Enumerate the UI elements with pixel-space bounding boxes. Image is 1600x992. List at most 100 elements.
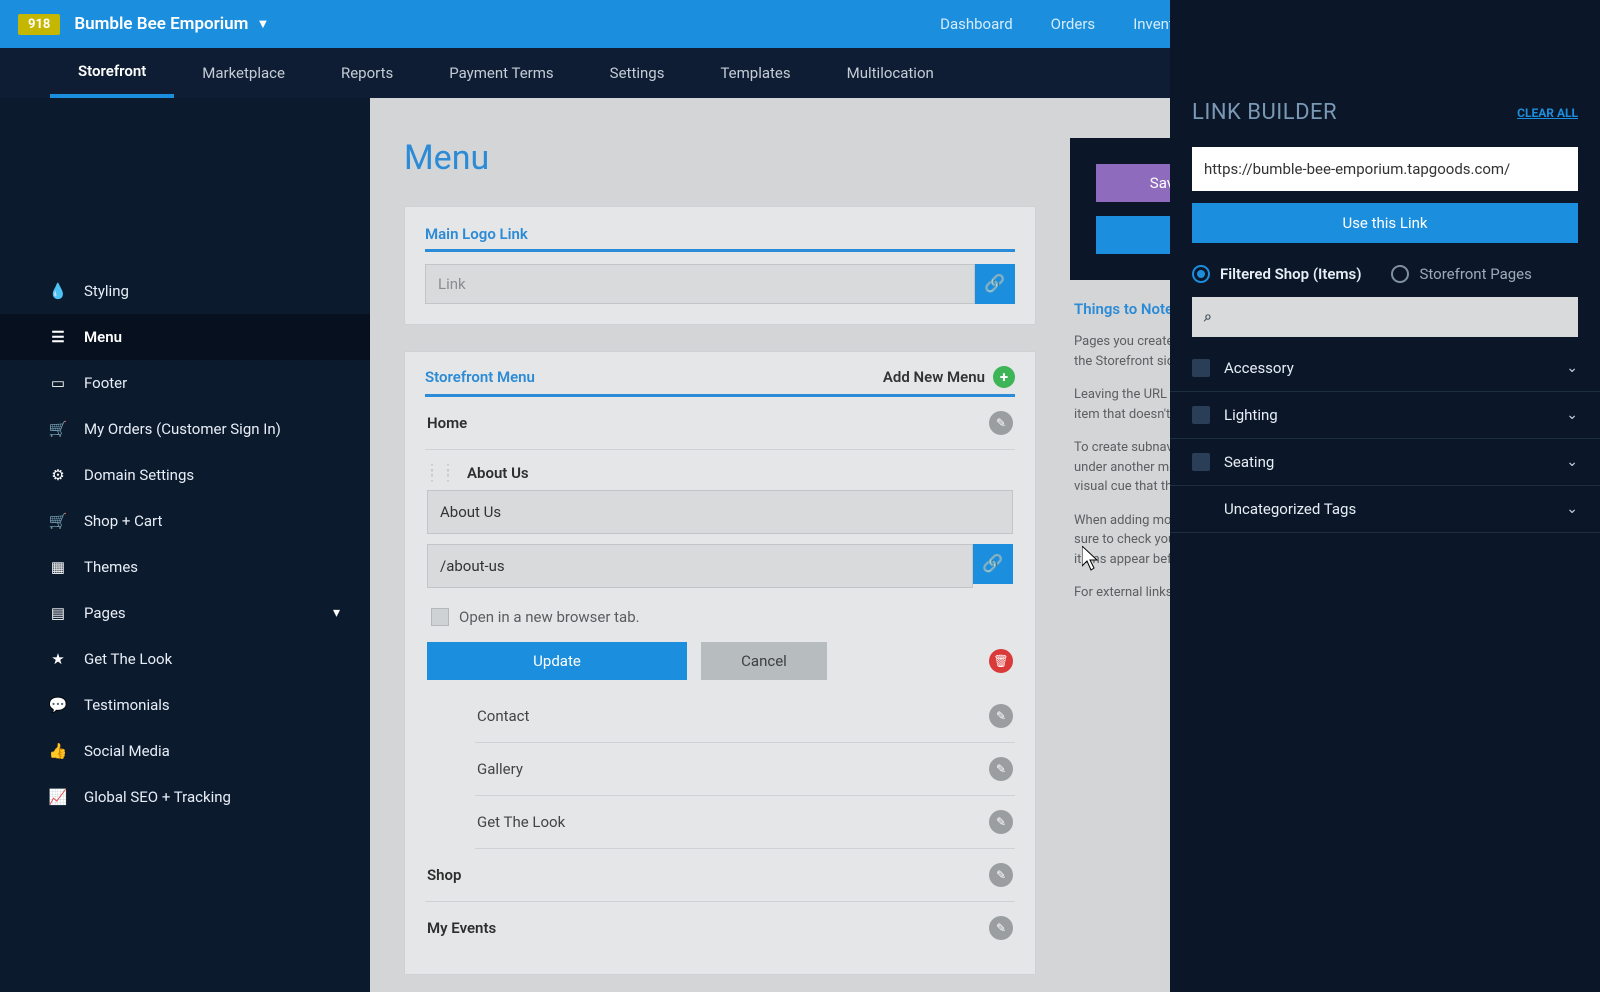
clear-all-link[interactable]: CLEAR ALL [1517,106,1578,120]
cancel-button[interactable]: Cancel [701,642,827,680]
delete-button[interactable]: 🗑 [989,649,1013,673]
link-icon: 🔗 [984,274,1005,294]
plus-icon: + [993,366,1015,388]
sidebar-item-testimonials[interactable]: 💬 Testimonials [0,682,370,728]
edit-icon[interactable]: ✎ [989,411,1013,435]
cart-icon: 🛒 [48,511,68,531]
subnav-templates[interactable]: Templates [692,48,818,98]
sidebar-item-my-orders[interactable]: 🛒 My Orders (Customer Sign In) [0,406,370,452]
sidebar-label: Domain Settings [84,466,194,484]
category-uncategorized-tags[interactable]: Uncategorized Tags ⌄ [1170,486,1600,533]
link-icon: 🔗 [982,554,1003,574]
store-name[interactable]: Bumble Bee Emporium [74,14,248,34]
nav-dashboard[interactable]: Dashboard [940,0,1013,48]
logo-link-input[interactable] [425,264,975,304]
sidebar-label: Shop + Cart [84,512,162,530]
update-button[interactable]: Update [427,642,687,680]
sidebar-item-seo[interactable]: 📈 Global SEO + Tracking [0,774,370,820]
add-new-label: Add New Menu [883,368,985,386]
subnav-multilocation[interactable]: Multilocation [819,48,962,98]
link-builder-button[interactable]: 🔗 [973,544,1013,584]
category-search[interactable]: ⌕ [1192,297,1578,337]
sidebar-label: Social Media [84,742,170,760]
chevron-down-icon: ⌄ [1566,454,1578,470]
sidebar-item-menu[interactable]: ☰ Menu [0,314,370,360]
sidebar-item-styling[interactable]: 💧 Styling [0,268,370,314]
link-url-input[interactable] [1192,147,1578,191]
new-tab-label: Open in a new browser tab. [459,608,640,626]
menu-item-label: Home [427,414,467,432]
category-seating[interactable]: Seating ⌄ [1170,439,1600,486]
sidebar-item-get-the-look[interactable]: ★ Get The Look [0,636,370,682]
menu-item-shop[interactable]: Shop ✎ [425,849,1015,902]
main-content: Menu Main Logo Link 🔗 Storefront Menu Ad… [370,98,1070,992]
category-search-input[interactable] [1220,308,1566,326]
sidebar-label: Styling [84,282,129,300]
sidebar-label: Menu [84,328,122,346]
sidebar-item-domain-settings[interactable]: ⚙ Domain Settings [0,452,370,498]
menu-name-input[interactable] [427,490,1013,534]
link-builder-panel: LINK BUILDER CLEAR ALL Use this Link Fil… [1170,0,1600,992]
menu-item-about[interactable]: ⋮⋮⋮⋮ About Us [425,450,1015,490]
edit-icon[interactable]: ✎ [989,863,1013,887]
edit-icon[interactable]: ✎ [989,704,1013,728]
footer-icon: ▭ [48,373,68,393]
use-this-link-button[interactable]: Use this Link [1192,203,1578,243]
chat-icon: 💬 [48,695,68,715]
drop-icon: 💧 [48,281,68,301]
submenu-label: Gallery [477,760,523,778]
gear-icon: ⚙ [48,465,68,485]
sidebar: 💧 Styling ☰ Menu ▭ Footer 🛒 My Orders (C… [0,98,370,992]
sidebar-label: Footer [84,374,127,392]
pages-icon: ▤ [48,603,68,623]
subnav-payment-terms[interactable]: Payment Terms [421,48,581,98]
panel-title: Storefront Menu [425,368,535,386]
sidebar-item-themes[interactable]: ▦ Themes [0,544,370,590]
menu-item-my-events[interactable]: My Events ✎ [425,902,1015,954]
notification-badge[interactable]: 918 [18,14,60,35]
radio-label: Storefront Pages [1419,265,1531,283]
submenu-item-contact[interactable]: Contact ✎ [475,690,1015,743]
sidebar-item-pages[interactable]: ▤ Pages ▾ [0,590,370,636]
subnav-settings[interactable]: Settings [582,48,693,98]
submenu-label: Get The Look [477,813,565,831]
category-accessory[interactable]: Accessory ⌄ [1170,345,1600,392]
edit-icon[interactable]: ✎ [989,757,1013,781]
sidebar-item-shop-cart[interactable]: 🛒 Shop + Cart [0,498,370,544]
checkbox[interactable] [1192,406,1210,424]
thumb-icon: 👍 [48,741,68,761]
menu-item-home[interactable]: Home ✎ [425,397,1015,450]
chevron-down-icon[interactable]: ▼ [256,16,269,32]
subnav-marketplace[interactable]: Marketplace [174,48,313,98]
radio-filtered-shop[interactable]: Filtered Shop (Items) [1192,265,1361,283]
link-builder-button[interactable]: 🔗 [975,264,1015,304]
subnav-reports[interactable]: Reports [313,48,421,98]
category-lighting[interactable]: Lighting ⌄ [1170,392,1600,439]
sidebar-item-social-media[interactable]: 👍 Social Media [0,728,370,774]
radio-label: Filtered Shop (Items) [1220,265,1361,283]
storefront-menu-panel: Storefront Menu Add New Menu + Home ✎ ⋮⋮… [404,351,1036,975]
edit-icon[interactable]: ✎ [989,810,1013,834]
sidebar-item-footer[interactable]: ▭ Footer [0,360,370,406]
menu-url-input[interactable] [427,544,973,588]
sidebar-label: Testimonials [84,696,170,714]
submenu-item-get-the-look[interactable]: Get The Look ✎ [475,796,1015,849]
chevron-down-icon: ⌄ [1566,360,1578,376]
submenu-item-gallery[interactable]: Gallery ✎ [475,743,1015,796]
drag-handle-icon[interactable]: ⋮⋮⋮⋮ [425,467,457,479]
checkbox[interactable] [1192,453,1210,471]
checkbox[interactable] [1192,359,1210,377]
menu-item-label: My Events [427,919,496,937]
edit-icon[interactable]: ✎ [989,916,1013,940]
sidebar-label: My Orders (Customer Sign In) [84,420,281,438]
menu-item-label: About Us [467,464,529,482]
sidebar-label: Themes [84,558,138,576]
new-tab-checkbox[interactable] [431,608,449,626]
subnav-storefront[interactable]: Storefront [50,48,174,98]
add-new-menu-button[interactable]: Add New Menu + [883,366,1015,388]
star-icon: ★ [48,649,68,669]
themes-icon: ▦ [48,557,68,577]
nav-orders[interactable]: Orders [1051,0,1096,48]
radio-storefront-pages[interactable]: Storefront Pages [1391,265,1531,283]
menu-item-label: Shop [427,866,461,884]
